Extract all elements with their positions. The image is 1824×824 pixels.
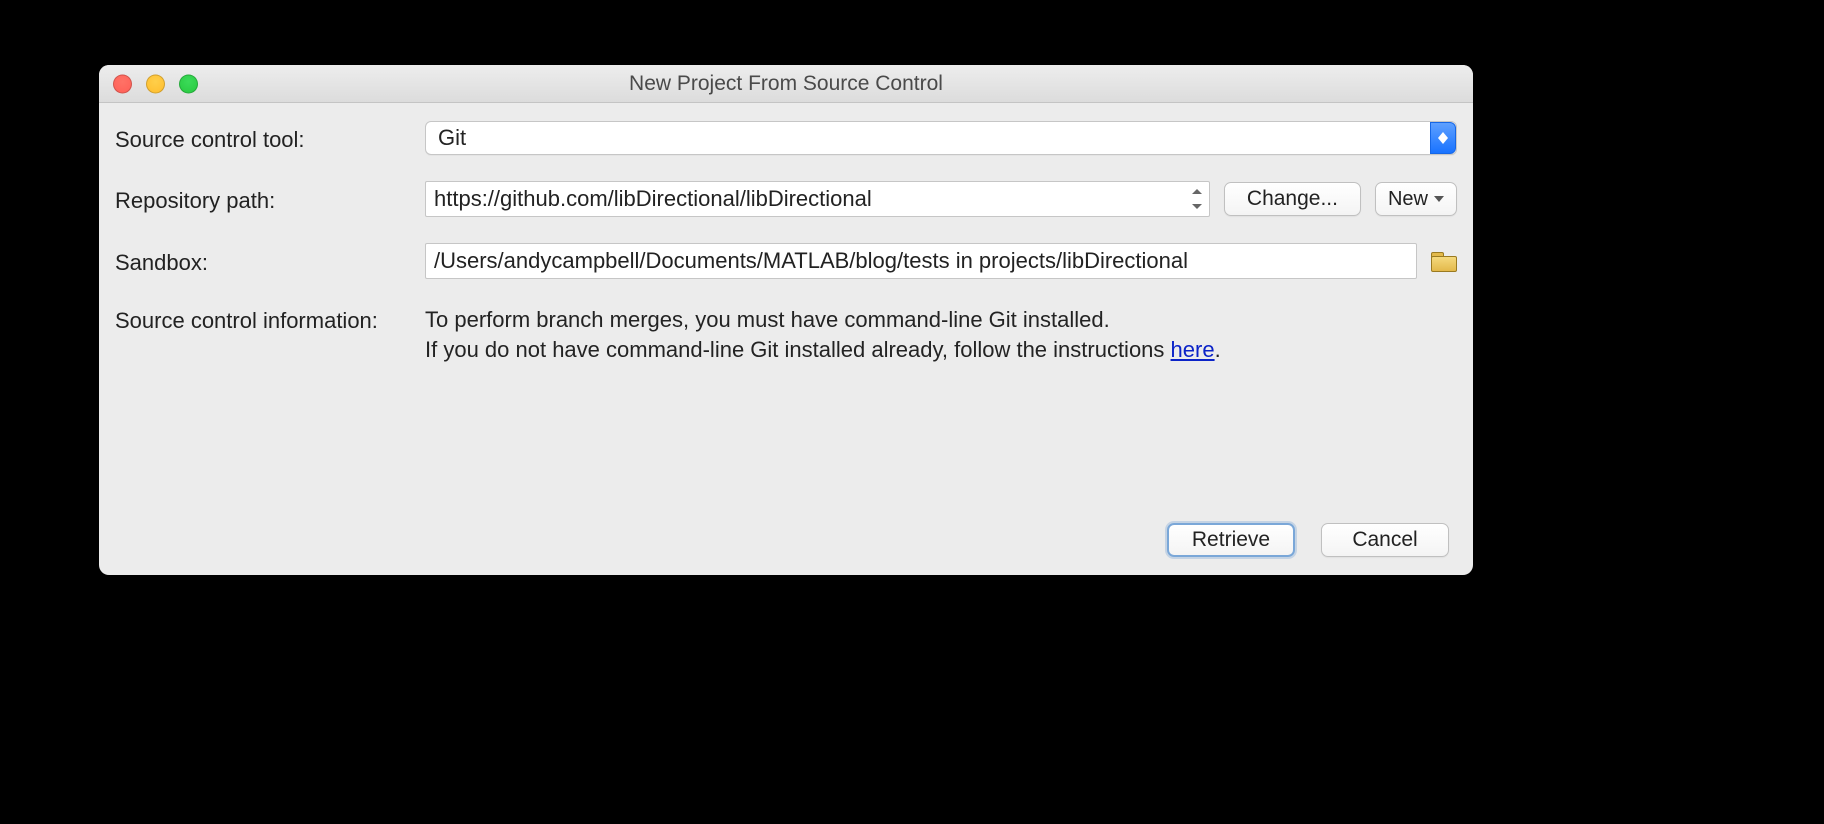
label-source-control-tool: Source control tool: xyxy=(115,124,425,153)
dialog-window: New Project From Source Control Source c… xyxy=(99,65,1473,575)
cancel-button[interactable]: Cancel xyxy=(1321,523,1449,557)
row-sandbox: Sandbox: /Users/andycampbell/Documents/M… xyxy=(115,243,1457,279)
info-line-2: If you do not have command-line Git inst… xyxy=(425,335,1457,365)
row-source-control-information: Source control information: To perform b… xyxy=(115,305,1457,365)
sandbox-value: /Users/andycampbell/Documents/MATLAB/blo… xyxy=(434,248,1188,274)
row-source-control-tool: Source control tool: Git xyxy=(115,121,1457,155)
label-sandbox: Sandbox: xyxy=(115,247,425,276)
titlebar: New Project From Source Control xyxy=(99,65,1473,103)
combobox-stepper-icon[interactable] xyxy=(1187,184,1207,214)
label-repository-path: Repository path: xyxy=(115,185,425,214)
window-controls xyxy=(113,74,198,93)
change-button[interactable]: Change... xyxy=(1224,182,1361,216)
minimize-icon[interactable] xyxy=(146,74,165,93)
repository-path-input[interactable]: https://github.com/libDirectional/libDir… xyxy=(425,181,1210,217)
dropdown-arrows-icon xyxy=(1430,122,1456,154)
window-title: New Project From Source Control xyxy=(629,72,943,96)
repository-path-value: https://github.com/libDirectional/libDir… xyxy=(434,186,872,212)
chevron-down-icon xyxy=(1434,196,1444,202)
sandbox-input[interactable]: /Users/andycampbell/Documents/MATLAB/blo… xyxy=(425,243,1417,279)
zoom-icon[interactable] xyxy=(179,74,198,93)
source-control-tool-select[interactable]: Git xyxy=(425,121,1457,155)
close-icon[interactable] xyxy=(113,74,132,93)
dialog-footer: Retrieve Cancel xyxy=(115,523,1457,575)
new-button[interactable]: New xyxy=(1375,182,1457,216)
info-line-1: To perform branch merges, you must have … xyxy=(425,305,1457,335)
retrieve-button[interactable]: Retrieve xyxy=(1167,523,1295,557)
browse-folder-icon[interactable] xyxy=(1431,250,1457,272)
label-source-control-information: Source control information: xyxy=(115,305,425,334)
dialog-content: Source control tool: Git Repository path… xyxy=(99,103,1473,575)
row-repository-path: Repository path: https://github.com/libD… xyxy=(115,181,1457,217)
instructions-link[interactable]: here xyxy=(1171,337,1215,362)
source-control-tool-value: Git xyxy=(426,125,478,151)
